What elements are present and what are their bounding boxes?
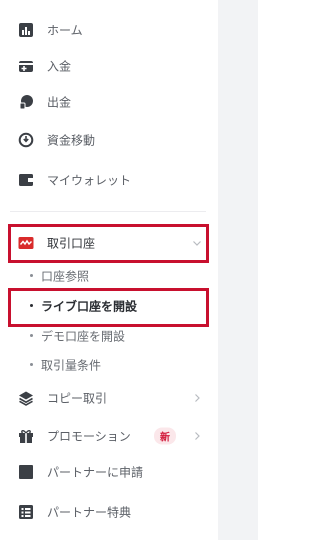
menu-divider	[10, 211, 206, 212]
sidebar: ホーム 入金 出金 資金移動 マイウォレット 取引口座 口座参照 ライブ口座を開…	[0, 0, 218, 540]
sidebar-item-promotion[interactable]: プロモーション 新	[0, 418, 218, 454]
bullet	[30, 274, 33, 277]
sidebar-item-label: パートナーに申請	[47, 465, 144, 480]
submenu-item-account-list[interactable]: 口座参照	[0, 262, 218, 290]
chevron-right-icon	[195, 432, 200, 440]
sidebar-item-label: 出金	[47, 95, 72, 110]
wallet-icon	[19, 174, 33, 186]
sidebar-item-partner-benefit[interactable]: パートナー特典	[0, 494, 218, 530]
highlight-box-live-account	[8, 288, 209, 327]
sidebar-item-wallet[interactable]: マイウォレット	[0, 162, 218, 198]
sidebar-item-partner-apply[interactable]: パートナーに申請	[0, 454, 218, 490]
submenu-item-label: 口座参照	[41, 269, 90, 284]
sidebar-item-label: コピー取引	[47, 391, 108, 406]
sidebar-item-label: マイウォレット	[47, 173, 132, 188]
list-icon	[19, 505, 33, 519]
highlight-box-accounts	[8, 224, 209, 263]
bullet	[30, 363, 33, 366]
main-content-area	[218, 0, 258, 540]
bullet	[30, 334, 33, 337]
sidebar-item-label: 資金移動	[47, 133, 96, 148]
sidebar-item-label: プロモーション	[47, 429, 131, 444]
sidebar-item-home[interactable]: ホーム	[0, 12, 218, 48]
sidebar-item-withdraw[interactable]: 出金	[0, 84, 218, 120]
transfer-icon	[18, 132, 34, 148]
submenu-item-label: 取引量条件	[41, 358, 102, 373]
new-badge: 新	[154, 427, 176, 445]
sidebar-item-transfer[interactable]: 資金移動	[0, 122, 218, 158]
partner-icon	[19, 465, 33, 479]
sidebar-item-label: パートナー特典	[47, 505, 132, 520]
chevron-right-icon	[195, 394, 200, 402]
chart-icon	[19, 23, 33, 37]
gift-icon	[19, 430, 33, 443]
sidebar-item-deposit[interactable]: 入金	[0, 48, 218, 84]
sidebar-item-label: 入金	[47, 59, 72, 74]
submenu-item-volume-conditions[interactable]: 取引量条件	[0, 351, 218, 379]
sidebar-item-copy-trade[interactable]: コピー取引	[0, 380, 218, 416]
layers-icon	[19, 391, 33, 406]
submenu-item-label: デモ口座を開設	[41, 329, 126, 344]
sidebar-item-label: ホーム	[47, 23, 83, 38]
deposit-icon	[19, 61, 33, 72]
withdraw-icon	[19, 95, 33, 110]
